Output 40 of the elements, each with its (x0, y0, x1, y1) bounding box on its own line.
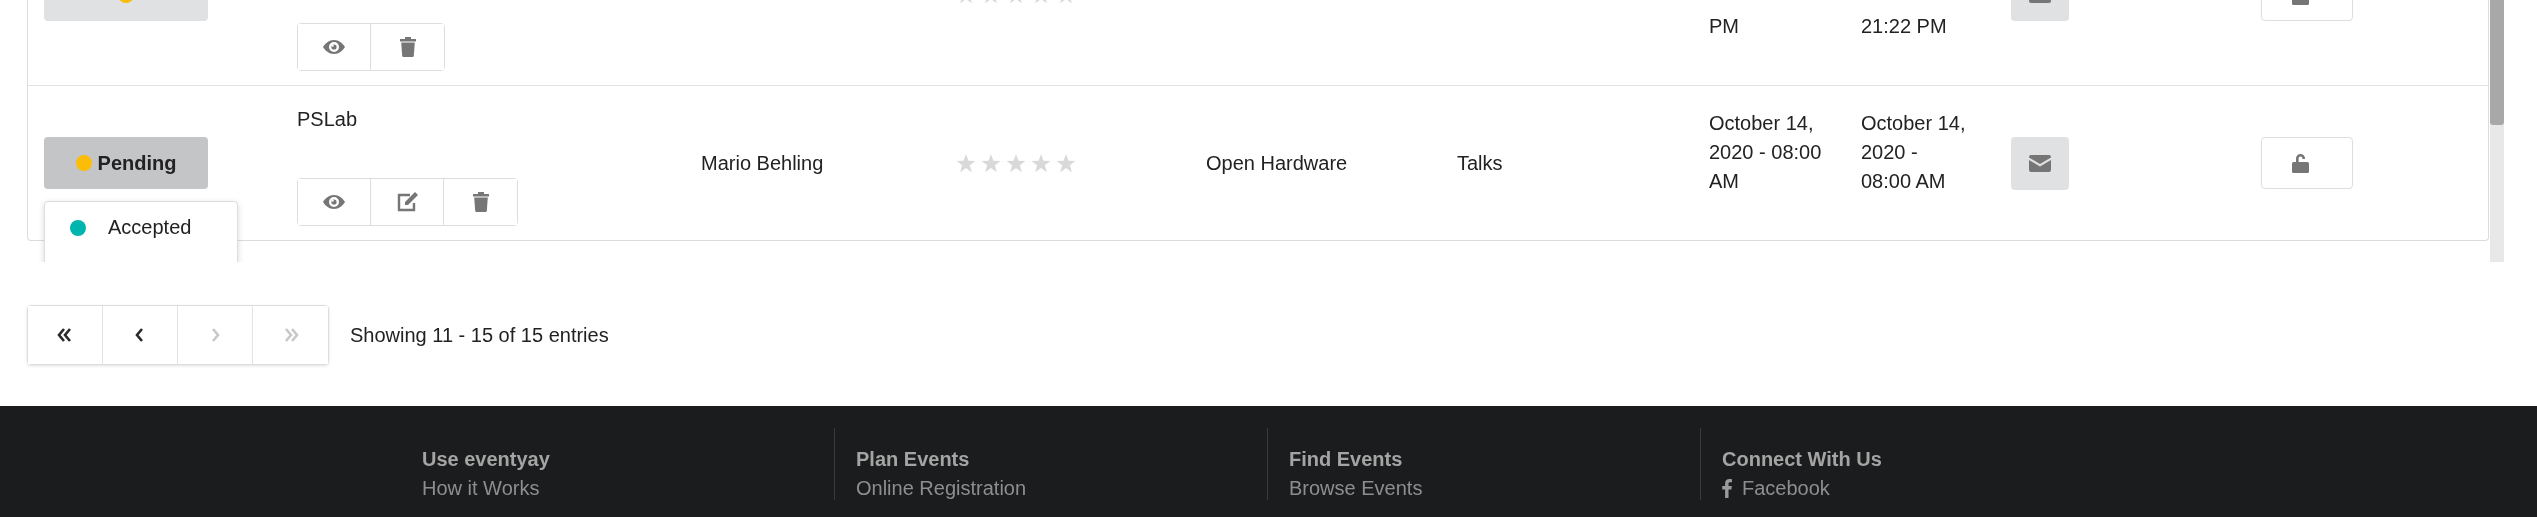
view-button[interactable] (298, 179, 371, 225)
facebook-icon (1722, 479, 1732, 498)
footer-heading: Find Events (1289, 448, 1403, 471)
status-dropdown[interactable]: Pending (44, 137, 208, 189)
trash-icon (472, 192, 489, 212)
footer-heading: Plan Events (856, 448, 970, 471)
footer-link[interactable]: How it Works (422, 477, 540, 500)
session-type: Talks (1457, 151, 1503, 175)
lock-button[interactable] (2261, 137, 2353, 189)
footer-heading: Use eventyay (422, 448, 550, 471)
scrollbar[interactable] (2490, 0, 2504, 262)
speaker-name: Mario Behling (701, 151, 824, 175)
envelope-icon (2029, 154, 2051, 172)
end-time: October 14, 2020 - 08:00 AM (1861, 111, 1967, 194)
start-time: PM (1709, 14, 1740, 39)
footer-link[interactable]: Browse Events (1289, 477, 1423, 500)
eye-icon (323, 195, 345, 209)
eye-icon (323, 40, 345, 54)
menu-item[interactable]: Accepted (45, 212, 237, 243)
entries-summary: Showing 11 - 15 of 15 entries (350, 323, 609, 347)
start-time: October 14, 2020 - 08:00 AM (1709, 111, 1823, 194)
footer-link[interactable]: Facebook (1722, 477, 1830, 500)
unlock-icon (2292, 153, 2309, 173)
session-title: PSLab (297, 108, 358, 131)
page-button[interactable] (28, 306, 103, 364)
edit-icon (396, 192, 418, 212)
email-button[interactable] (2011, 136, 2069, 190)
star-rating[interactable] (956, 153, 1076, 173)
trash-icon (399, 37, 416, 57)
footer-heading: Connect With Us (1722, 448, 1882, 471)
menu-item-label: Accepted (108, 216, 192, 239)
star-icon (956, 153, 976, 173)
star-icon (1056, 153, 1076, 173)
footer-link[interactable]: Online Registration (856, 477, 1027, 500)
star-icon (981, 153, 1001, 173)
end-time: 21:22 PM (1861, 14, 1948, 39)
track-name: Open Hardware (1206, 151, 1348, 175)
view-button[interactable] (298, 24, 371, 70)
star-icon (1006, 153, 1026, 173)
star-icon (1031, 153, 1051, 173)
